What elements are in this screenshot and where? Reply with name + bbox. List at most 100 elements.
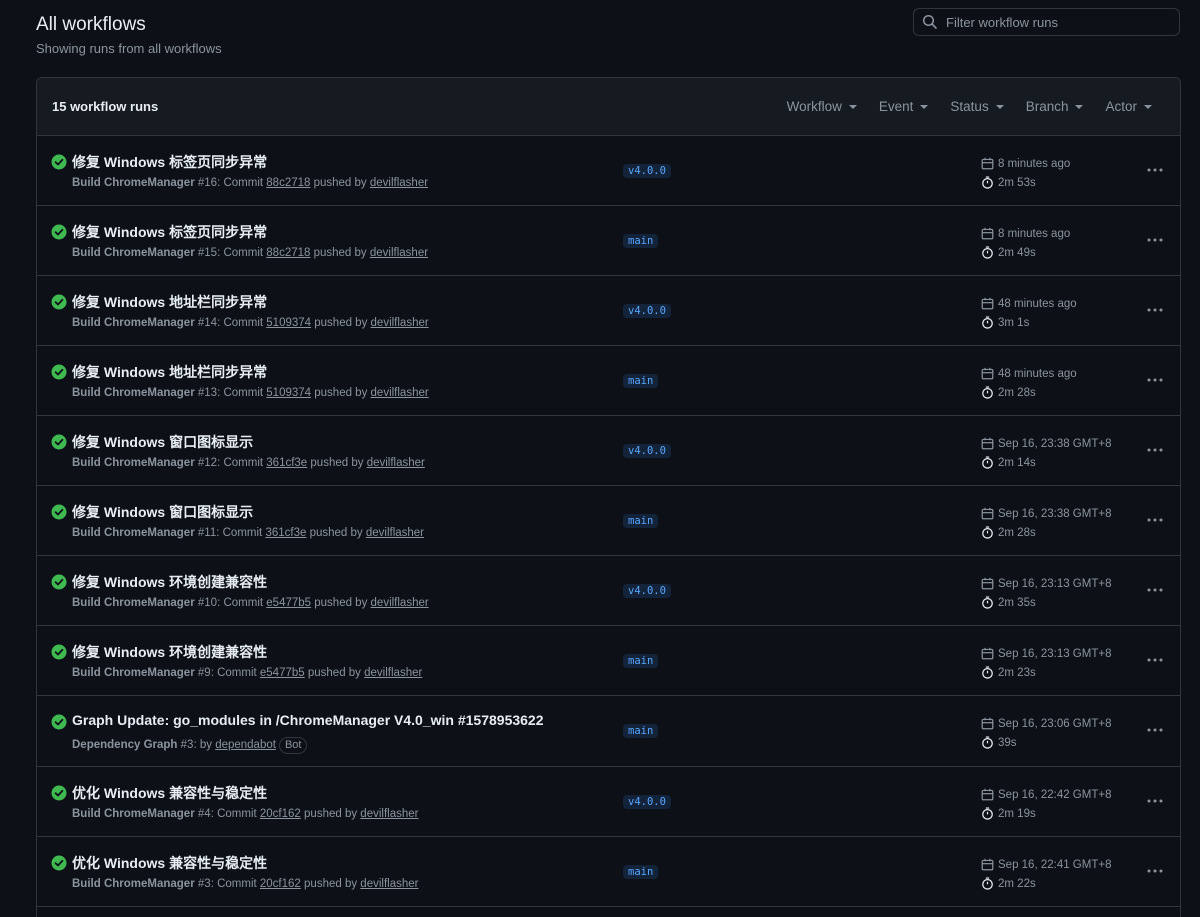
check-circle-icon <box>51 434 67 450</box>
stopwatch-icon <box>982 596 993 609</box>
branch-label[interactable]: v4.0.0 <box>623 304 671 318</box>
run-meta: Build ChromeManager #10: Commit e5477b5 … <box>72 597 429 609</box>
run-duration-line: 2m 35s <box>981 593 1111 612</box>
actor-link[interactable]: devilflasher <box>371 317 429 329</box>
filter-runs-field[interactable] <box>913 8 1180 36</box>
check-circle-icon <box>51 644 67 660</box>
run-number: #3 <box>180 739 194 751</box>
actor-link[interactable]: devilflasher <box>367 457 425 469</box>
run-title[interactable]: 修复 Windows 窗口图标显示 <box>72 432 253 452</box>
run-duration: 2m 14s <box>998 456 1036 469</box>
workflow-run-row[interactable]: 修复 Windows 环境创建兼容性 Build ChromeManager #… <box>37 626 1180 696</box>
actor-link[interactable]: devilflasher <box>360 808 418 820</box>
event-filter-menu[interactable]: Event <box>868 99 940 114</box>
workflow-run-row[interactable]: 修复 Windows 环境创建兼容性 Build ChromeManager #… <box>37 556 1180 626</box>
commit-link[interactable]: 20cf162 <box>260 808 301 820</box>
run-title[interactable]: 优化 Windows 兼容性与稳定性 <box>72 783 267 803</box>
branch-label[interactable]: v4.0.0 <box>623 164 671 178</box>
search-icon <box>922 14 938 30</box>
workflow-run-row[interactable]: 修复 Windows 标签页同步异常 Build ChromeManager #… <box>37 136 1180 206</box>
branch-label[interactable]: main <box>623 374 659 388</box>
actor-link[interactable]: devilflasher <box>371 387 429 399</box>
kebab-menu-icon[interactable] <box>1145 650 1165 670</box>
branch-label[interactable]: v4.0.0 <box>623 795 671 809</box>
branch-label[interactable]: main <box>623 514 659 528</box>
run-title[interactable]: 优化 Windows 兼容性与稳定性 <box>72 853 267 873</box>
workflow-run-row[interactable]: 修复 Windows 窗口图标显示 Build ChromeManager #1… <box>37 416 1180 486</box>
run-timing: Sep 16, 23:13 GMT+8 2m 23s <box>981 644 1111 682</box>
actor-link[interactable]: devilflasher <box>371 597 429 609</box>
kebab-menu-icon[interactable] <box>1145 510 1165 530</box>
branch-label[interactable]: main <box>623 654 659 668</box>
actor-filter-menu[interactable]: Actor <box>1094 99 1163 114</box>
stopwatch-icon <box>982 316 993 329</box>
actor-link[interactable]: devilflasher <box>370 247 428 259</box>
kebab-menu-icon[interactable] <box>1145 720 1165 740</box>
workflow-run-row[interactable]: 修复 Windows 地址栏同步异常 Build ChromeManager #… <box>37 346 1180 416</box>
kebab-menu-icon[interactable] <box>1145 440 1165 460</box>
run-date-line: 48 minutes ago <box>981 294 1077 313</box>
run-meta-separator: : Commit <box>210 808 260 820</box>
workflow-filter-menu[interactable]: Workflow <box>776 99 868 114</box>
run-date-line: Sep 16, 22:41 GMT+8 <box>981 855 1111 874</box>
branch-label[interactable]: v4.0.0 <box>623 584 671 598</box>
run-timing: 8 minutes ago 2m 53s <box>981 154 1070 192</box>
workflow-run-row[interactable]: 优化 Windows 兼容性与稳定性 Build ChromeManager #… <box>37 767 1180 837</box>
filter-menus: Workflow Event Status Branch Actor <box>776 99 1163 114</box>
workflow-run-row[interactable]: Graph Update: go_modules in /ChromeManag… <box>37 696 1180 767</box>
stopwatch-icon <box>982 246 993 259</box>
run-title[interactable]: 修复 Windows 地址栏同步异常 <box>72 292 267 312</box>
run-workflow-name: Build ChromeManager <box>72 808 195 820</box>
commit-link[interactable]: e5477b5 <box>266 597 311 609</box>
workflow-run-row[interactable]: 修复 Windows 地址栏同步异常 Build ChromeManager #… <box>37 276 1180 346</box>
commit-link[interactable]: e5477b5 <box>260 667 305 679</box>
kebab-menu-icon[interactable] <box>1145 370 1165 390</box>
actor-link[interactable]: devilflasher <box>366 527 424 539</box>
run-title[interactable]: 修复 Windows 地址栏同步异常 <box>72 362 267 382</box>
run-title[interactable]: 修复 Windows 环境创建兼容性 <box>72 642 267 662</box>
kebab-menu-icon[interactable] <box>1145 791 1165 811</box>
workflow-run-row[interactable]: 修复 Windows 标签页同步异常 Build ChromeManager #… <box>37 206 1180 276</box>
commit-link[interactable]: 5109374 <box>266 387 311 399</box>
commit-link[interactable]: 88c2718 <box>266 177 310 189</box>
branch-label[interactable]: main <box>623 724 659 738</box>
branch-filter-menu[interactable]: Branch <box>1015 99 1095 114</box>
branch-label[interactable]: main <box>623 234 659 248</box>
run-time: Sep 16, 23:38 GMT+8 <box>998 507 1112 520</box>
run-meta-separator: : Commit <box>217 247 267 259</box>
commit-link[interactable]: 5109374 <box>266 317 311 329</box>
actor-link[interactable]: dependabot <box>215 739 276 751</box>
kebab-menu-icon[interactable] <box>1145 230 1165 250</box>
kebab-menu-icon[interactable] <box>1145 300 1165 320</box>
workflow-run-row[interactable]: 优化 Windows 兼容性与稳定性 Build ChromeManager #… <box>37 837 1180 907</box>
run-title[interactable]: 修复 Windows 标签页同步异常 <box>72 222 267 242</box>
run-title[interactable]: 修复 Windows 窗口图标显示 <box>72 502 253 522</box>
actor-link[interactable]: devilflasher <box>360 878 418 890</box>
run-timing: Sep 16, 23:06 GMT+8 39s <box>981 714 1111 752</box>
branch-filter-label: Branch <box>1025 99 1069 114</box>
workflow-run-row[interactable]: 修复 Windows 窗口图标显示 Build ChromeManager #1… <box>37 486 1180 556</box>
commit-link[interactable]: 88c2718 <box>266 247 310 259</box>
run-time: Sep 16, 23:38 GMT+8 <box>998 437 1112 450</box>
caret-down-icon <box>1075 104 1084 109</box>
run-title[interactable]: 修复 Windows 环境创建兼容性 <box>72 572 267 592</box>
run-duration: 2m 23s <box>998 666 1036 679</box>
commit-link[interactable]: 361cf3e <box>265 527 306 539</box>
kebab-menu-icon[interactable] <box>1145 160 1165 180</box>
filter-runs-input[interactable] <box>944 13 1168 31</box>
status-filter-menu[interactable]: Status <box>939 99 1014 114</box>
run-meta-separator: : Commit <box>217 317 267 329</box>
page-subtitle: Showing runs from all workflows <box>36 41 222 56</box>
branch-label[interactable]: main <box>623 865 659 879</box>
kebab-menu-icon[interactable] <box>1145 861 1165 881</box>
branch-label[interactable]: v4.0.0 <box>623 444 671 458</box>
actor-link[interactable]: devilflasher <box>370 177 428 189</box>
commit-link[interactable]: 20cf162 <box>260 878 301 890</box>
run-title[interactable]: 修复 Windows 标签页同步异常 <box>72 152 267 172</box>
commit-link[interactable]: 361cf3e <box>266 457 307 469</box>
calendar-icon <box>981 858 994 871</box>
kebab-menu-icon[interactable] <box>1145 580 1165 600</box>
run-title[interactable]: Graph Update: go_modules in /ChromeManag… <box>72 712 544 728</box>
stopwatch-icon <box>982 877 993 890</box>
actor-link[interactable]: devilflasher <box>364 667 422 679</box>
